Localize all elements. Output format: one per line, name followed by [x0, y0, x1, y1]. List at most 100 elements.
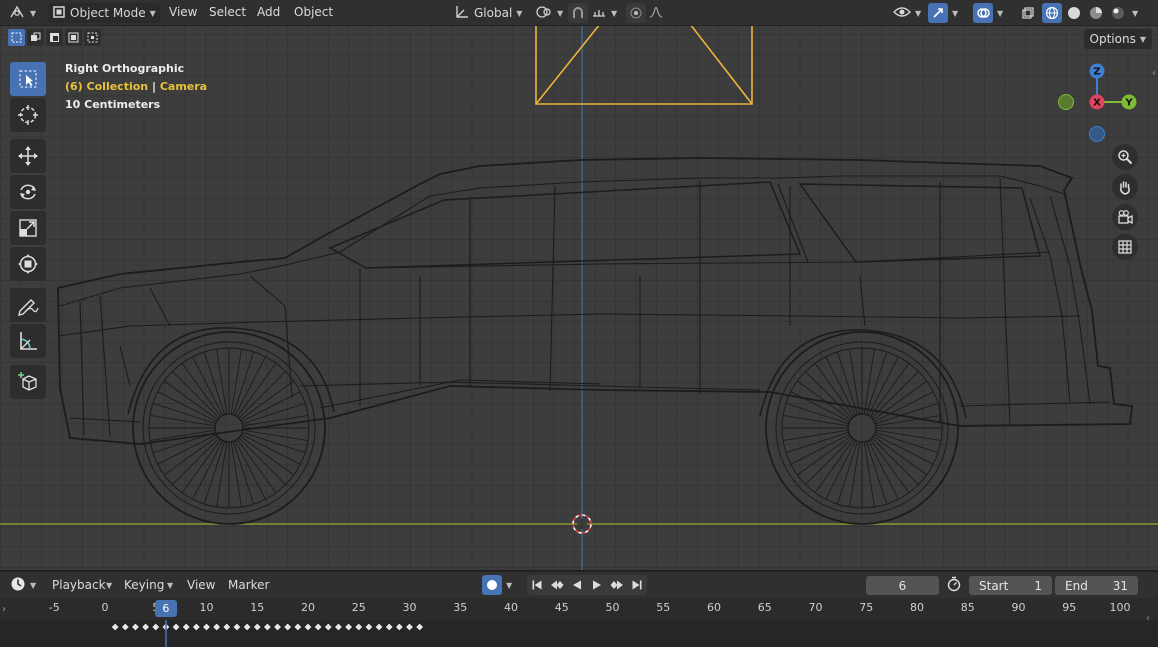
tool-rotate[interactable]: [10, 175, 46, 209]
menu-object[interactable]: Object: [294, 5, 333, 19]
wireframe-shading-icon[interactable]: [1042, 3, 1062, 23]
wheel-spoke: [181, 363, 222, 417]
falloff-dropdown[interactable]: [648, 3, 664, 23]
select-box-icon: [19, 70, 37, 88]
snap-target-dropdown[interactable]: ▼: [591, 3, 617, 23]
menu-add[interactable]: Add: [257, 5, 280, 19]
editor-type-selector[interactable]: ▼: [8, 3, 36, 23]
keyframe-diamond: [384, 622, 394, 632]
menu-playback[interactable]: Playback: [52, 578, 106, 592]
chevron-down-icon: ▼: [30, 580, 37, 590]
tool-move[interactable]: [10, 139, 46, 173]
playhead-frame-indicator[interactable]: 6: [154, 600, 177, 617]
frame-tick-label: 30: [402, 601, 417, 614]
x-axis-letter: X: [1093, 98, 1101, 109]
visibility-dropdown[interactable]: ▼: [893, 3, 921, 23]
keyframe-diamond: [354, 622, 364, 632]
xray-toggle[interactable]: [1018, 3, 1038, 23]
wheel-spoke: [797, 435, 851, 476]
next-keyframe-icon[interactable]: [607, 575, 627, 595]
keyframe-diamond: [323, 622, 333, 632]
pan-button[interactable]: [1112, 174, 1138, 200]
proportional-edit-toggle[interactable]: [626, 3, 646, 23]
sidebar-collapse-icon[interactable]: ‹: [1146, 613, 1150, 624]
select-new-mode[interactable]: [8, 29, 25, 46]
tool-transform[interactable]: [10, 247, 46, 281]
menu-keying[interactable]: Keying: [124, 578, 164, 592]
menu-select[interactable]: Select: [209, 5, 246, 19]
expand-channels-icon[interactable]: ›: [2, 604, 6, 615]
wheel-spoke: [873, 435, 927, 476]
tool-add-cube[interactable]: [10, 365, 46, 399]
keyframe-diamond: [141, 622, 151, 632]
end-frame-field[interactable]: End 31: [1055, 576, 1138, 595]
camera-view-button[interactable]: [1112, 204, 1138, 230]
overlay-toggle[interactable]: ▼: [973, 3, 1003, 23]
preview-range-toggle[interactable]: [946, 575, 962, 595]
timeline-editor-type[interactable]: ▼: [10, 575, 36, 595]
keyframe-track[interactable]: [0, 620, 1158, 647]
chevron-down-icon[interactable]: ▼: [1132, 9, 1138, 18]
navigation-gizmo[interactable]: Z Y X: [1050, 62, 1150, 146]
frame-tick-label: 80: [910, 601, 924, 614]
tool-select-box[interactable]: [10, 62, 46, 96]
wheel-spoke: [240, 435, 294, 476]
editor-type-icon: [8, 4, 26, 23]
keyframe-diamond: [181, 622, 191, 632]
select-subtract-mode[interactable]: [46, 29, 63, 46]
snap-toggle[interactable]: [568, 3, 588, 23]
options-dropdown[interactable]: Options ▼: [1083, 29, 1152, 49]
collection-separator: |: [151, 80, 156, 93]
sidebar-toggle-icon[interactable]: ‹: [1152, 68, 1156, 79]
select-intersect-mode[interactable]: [84, 29, 101, 46]
frame-tick-label: 65: [757, 601, 772, 614]
zoom-icon: [1118, 150, 1133, 165]
perspective-toggle-button[interactable]: [1112, 234, 1138, 260]
zoom-button[interactable]: [1112, 144, 1138, 170]
frame-tick-label: 95: [1062, 601, 1077, 614]
snap-icon: [568, 3, 588, 23]
jump-start-icon[interactable]: [527, 575, 547, 595]
keyframe-diamond: [394, 622, 404, 632]
current-frame-field[interactable]: 6: [866, 576, 939, 595]
timeline-area[interactable]: -505101520253035404550556065707580859095…: [0, 598, 1158, 647]
menu-timeline-view[interactable]: View: [187, 578, 215, 592]
keyframe-diamond: [151, 622, 161, 632]
tool-cursor[interactable]: [10, 98, 46, 132]
jump-end-icon[interactable]: [627, 575, 647, 595]
tool-measure[interactable]: [10, 324, 46, 358]
menu-marker[interactable]: Marker: [228, 578, 269, 592]
pivot-point-dropdown[interactable]: ▼: [535, 3, 563, 23]
auto-keying-toggle[interactable]: ▼: [482, 575, 512, 595]
gizmo-toggle[interactable]: ▼: [928, 3, 958, 23]
play-icon[interactable]: [587, 575, 607, 595]
prev-keyframe-icon[interactable]: [547, 575, 567, 595]
keyframe-diamond: [242, 622, 252, 632]
material-shading-icon[interactable]: [1086, 3, 1106, 23]
pivot-icon: [535, 4, 553, 23]
select-invert-mode[interactable]: [65, 29, 82, 46]
keyframe-diamond: [252, 622, 262, 632]
keyframe-diamond: [110, 622, 120, 632]
keyframe-diamond: [283, 622, 293, 632]
mode-dropdown[interactable]: Object Mode ▼: [48, 3, 160, 23]
start-frame-field[interactable]: Start 1: [969, 576, 1052, 595]
transform-orientation-dropdown[interactable]: Global ▼: [450, 3, 526, 23]
tool-scale[interactable]: [10, 211, 46, 245]
wheel-spoke: [869, 363, 910, 417]
active-object-label: Camera: [159, 80, 208, 93]
xray-icon: [1018, 3, 1038, 23]
play-reverse-icon[interactable]: [567, 575, 587, 595]
menu-view[interactable]: View: [169, 5, 197, 19]
tool-annotate[interactable]: [10, 288, 46, 322]
wheel-spoke: [236, 439, 277, 493]
chevron-down-icon: ▼: [516, 8, 523, 18]
chevron-down-icon: ▼: [952, 8, 959, 18]
select-invert-icon: [68, 32, 79, 43]
chevron-down-icon: ▼: [506, 580, 513, 590]
solid-shading-icon[interactable]: [1064, 3, 1084, 23]
3d-viewport[interactable]: Options ▼ Right Orthographic (6) Collect…: [0, 26, 1158, 570]
grid-scale-label: 10 Centimeters: [65, 98, 161, 111]
select-extend-mode[interactable]: [27, 29, 44, 46]
rendered-shading-icon[interactable]: [1108, 3, 1128, 23]
